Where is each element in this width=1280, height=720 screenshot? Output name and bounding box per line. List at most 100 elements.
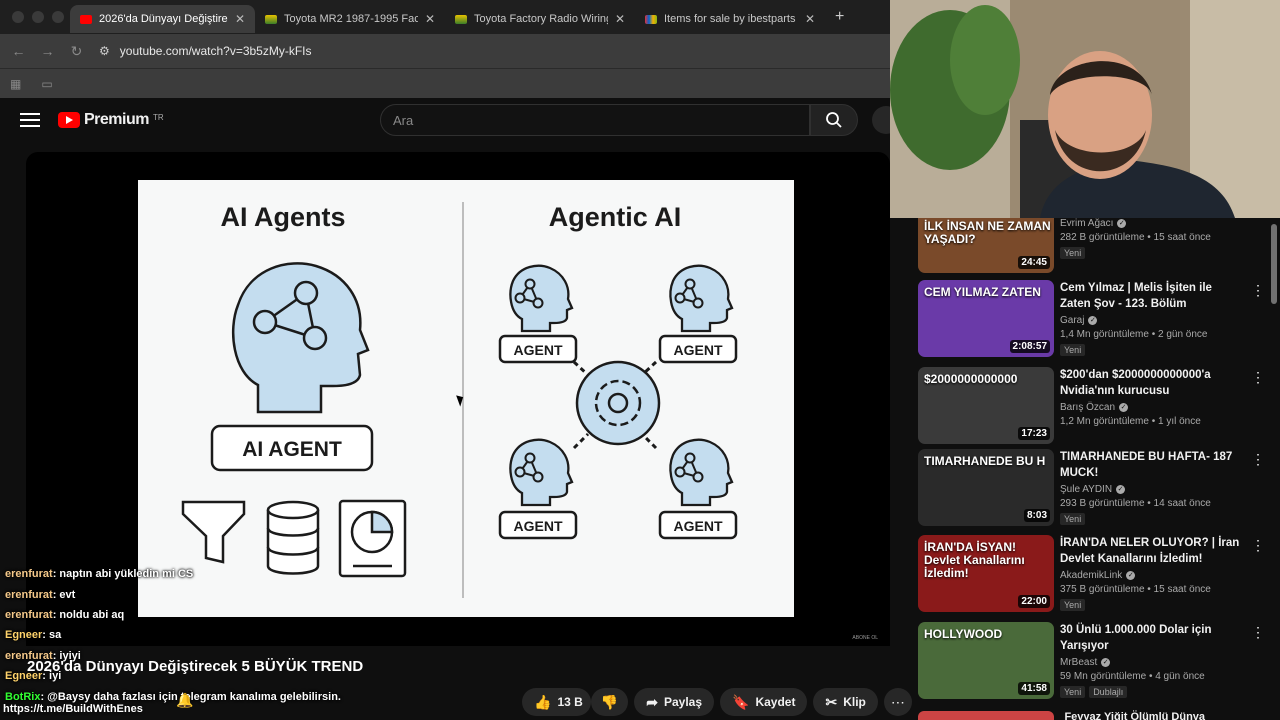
close-tab-icon[interactable]: ✕ [425,12,435,26]
chat-username: erenfurat [5,608,53,621]
hamburger-menu-icon[interactable] [20,113,40,127]
close-tab-icon[interactable]: ✕ [615,12,625,26]
dislike-button[interactable]: 👎 [590,688,629,716]
recommended-video[interactable]: İLK İNSAN NE ZAMAN YAŞADI? 24:45 Evrim Ağa… [918,218,1270,276]
apps-grid-icon[interactable]: ▦ [10,77,21,91]
recommended-video[interactable]: CEM YILMAZ ZATEN 2:08:57 Cem Yılmaz | Meli… [918,280,1270,360]
recommended-video[interactable]: $2000000000000 17:23 $200'dan $20000000000… [918,367,1270,447]
browser-tab-bar: 2026'da Dünyayı Değiştirecek ✕ Toyota MR… [0,0,890,34]
save-button[interactable]: 🔖 Kaydet [720,688,808,716]
recommended-video[interactable]: İRAN'DA İSYAN! Devlet Kanallarını İzledi… [918,535,1270,615]
video-title[interactable]: TIMARHANEDE BU HAFTA- 187 MUCK! [1060,449,1240,481]
channel-name-text: Evrim Ağacı [1060,218,1114,229]
tab-title: Toyota MR2 1987-1995 Factory [284,13,418,25]
video-meta: 30 Ünlü 1.000.000 Dolar için Yarışıyor Mr… [1060,622,1240,702]
thumbs-up-icon: 👍 [534,693,552,710]
folder-icon[interactable]: ▭ [41,77,52,91]
browser-tab[interactable]: Items for sale by ibestparts | eBay ✕ [635,5,825,33]
streamer-webcam-feed [890,0,1280,218]
subscribe-watermark[interactable]: ABONE OL [852,635,878,641]
video-title[interactable]: İRAN'DA NELER OLUYOR? | İran Devlet Kana… [1060,535,1240,567]
video-duration: 24:45 [1018,256,1050,269]
video-title[interactable]: $200'dan $2000000000000'a Nvidia'nın kur… [1060,367,1240,399]
video-duration: 8:03 [1023,509,1050,522]
thumbnail[interactable]: $2000000000000 17:23 [918,367,1054,444]
forward-arrow-icon[interactable]: → [33,43,62,59]
thumbnail-text: CEM YILMAZ ZATEN [924,285,1041,299]
browser-tab[interactable]: Toyota Factory Radio Wiring Diag ✕ [445,5,635,33]
agent-label: AGENT [513,518,563,534]
verified-check-icon: ✓ [1088,316,1098,325]
video-views: 282 B görüntüleme • 15 saat önce [1060,232,1211,243]
thumbnail [918,711,1054,720]
channel-name[interactable]: MrBeast ✓ [1060,657,1240,668]
back-arrow-icon[interactable]: ← [4,43,33,59]
video-title[interactable]: Cem Yılmaz | Melis İşiten ile Zaten Şov … [1060,280,1240,312]
recommended-video[interactable]: HOLLYWOOD 41:58 30 Ünlü 1.000.000 Dolar iç… [918,622,1270,702]
zoom-window-button[interactable] [52,11,64,23]
bell-icon[interactable]: 🔔 [176,692,193,709]
more-options-icon[interactable]: ⋮ [1248,624,1268,641]
youtube-header: Premium TR Ara [0,98,900,142]
close-tab-icon[interactable]: ✕ [805,12,815,26]
new-tab-button[interactable]: + [825,8,854,26]
share-button[interactable]: ➦ Paylaş [634,688,715,716]
partial-recommendation[interactable]: Feyyaz Yiğit Ölümlü Dünya [918,711,1270,720]
chat-message: Egneer: sa [5,625,365,645]
recommended-video[interactable]: TIMARHANEDE BU H 8:03 TIMARHANEDE BU HAFTA… [918,449,1270,529]
video-views: 59 Mn görüntüleme • 4 gün önce [1060,671,1205,682]
video-views: 1,2 Mn görüntüleme • 1 yıl önce [1060,416,1201,427]
thumbnail-text: TIMARHANEDE BU H [924,454,1046,468]
more-options-icon[interactable]: ⋮ [1248,369,1268,386]
thumbnail-text: İLK İNSAN NE ZAMAN YAŞADI? [924,219,1051,247]
chat-link[interactable]: https://t.me/BuildWithEnes [3,703,143,715]
channel-name[interactable]: Şule AYDIN ✓ [1060,484,1240,495]
channel-name[interactable]: Garaj ✓ [1060,315,1240,326]
site-favicon-icon [265,14,277,24]
verified-check-icon: ✓ [1117,219,1127,228]
browser-tab[interactable]: Toyota MR2 1987-1995 Factory ✕ [255,5,445,33]
youtube-premium-logo[interactable]: Premium TR [58,111,164,129]
thumbnail[interactable]: TIMARHANEDE BU H 8:03 [918,449,1054,526]
channel-name[interactable]: AkademikLink ✓ [1060,570,1240,581]
video-meta: İRAN'DA NELER OLUYOR? | İran Devlet Kana… [1060,535,1240,615]
new-badge: Yeni [1060,344,1086,356]
video-title[interactable]: 30 Ünlü 1.000.000 Dolar için Yarışıyor [1060,622,1240,654]
sidebar-scrollbar[interactable] [1271,224,1277,304]
more-options-icon[interactable]: ⋮ [1248,537,1268,554]
channel-name[interactable]: Barış Özcan ✓ [1060,402,1240,413]
video-duration: 2:08:57 [1009,340,1050,353]
more-actions-button[interactable]: ⋯ [883,688,912,716]
search-input[interactable]: Ara [380,104,810,136]
reload-icon[interactable]: ↻ [62,43,91,60]
thumbnail[interactable]: İLK İNSAN NE ZAMAN YAŞADI? 24:45 [918,218,1054,273]
close-tab-icon[interactable]: ✕ [235,12,245,26]
more-options-icon[interactable]: ⋮ [1248,451,1268,468]
more-options-icon[interactable]: ⋮ [1248,282,1268,299]
window-controls[interactable] [0,11,70,23]
clip-label: Klip [843,695,866,709]
like-button[interactable]: 👍 13 B [522,688,591,716]
thumbnail[interactable]: İRAN'DA İSYAN! Devlet Kanallarını İzledi… [918,535,1054,612]
thumbnail-text: HOLLYWOOD [924,627,1003,641]
webcam-image [890,0,1280,218]
search-button[interactable] [810,104,858,136]
video-title: Feyyaz Yiğit Ölümlü Dünya [1064,711,1206,720]
thumbnail[interactable]: CEM YILMAZ ZATEN 2:08:57 [918,280,1054,357]
channel-name-text: AkademikLink [1060,570,1123,581]
site-settings-icon[interactable]: ⚙ [99,44,110,58]
like-count: 13 B [557,695,583,709]
channel-name[interactable]: Evrim Ağacı ✓ [1060,218,1240,229]
url-field[interactable]: ⚙ youtube.com/watch?v=3b5zMy-kFIs [99,44,312,58]
slide-diagram [181,202,738,598]
thumbs-down-icon: 👎 [600,693,619,710]
clip-button[interactable]: ✂ Klip [813,688,878,716]
chat-text: : naptın abi yükledin mi CS [52,568,194,581]
video-views: 1,4 Mn görüntüleme • 2 gün önce [1060,329,1208,340]
chat-text: : evt [52,588,76,601]
close-window-button[interactable] [12,11,24,23]
browser-tab[interactable]: 2026'da Dünyayı Değiştirecek ✕ [70,5,255,33]
minimize-window-button[interactable] [32,11,44,23]
thumbnail[interactable]: HOLLYWOOD 41:58 [918,622,1054,699]
video-duration: 22:00 [1018,595,1050,608]
